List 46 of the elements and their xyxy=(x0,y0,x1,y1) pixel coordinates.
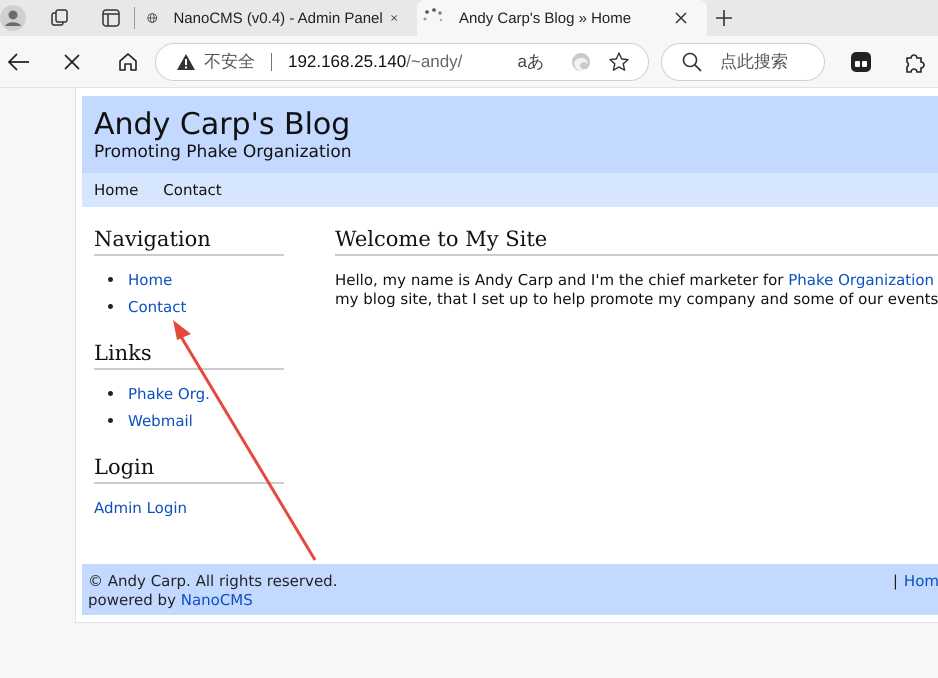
search-icon xyxy=(682,52,702,72)
sidebar-link[interactable]: Contact xyxy=(128,298,186,316)
sidebar-link[interactable]: Home xyxy=(128,270,172,288)
new-tab-icon[interactable] xyxy=(715,9,733,27)
footer-link[interactable]: Hom xyxy=(904,572,938,590)
browser-tab[interactable]: NanoCMS (v0.4) - Admin Panel xyxy=(145,0,417,36)
section-heading: Login xyxy=(94,454,284,484)
tab-title: Andy Carp's Blog » Home xyxy=(459,10,632,26)
read-aloud-icon[interactable]: aあ xyxy=(518,50,544,73)
intro-paragraph: Hello, my name is Andy Carp and I'm the chief marketer for Phake Organization my blog site, that I set up to help promote my company and some of our events xyxy=(335,271,938,309)
profile-icon[interactable] xyxy=(0,5,26,31)
close-icon[interactable] xyxy=(390,12,397,24)
address-bar[interactable]: 不安全 192.168.25.140/~andy/ aあ xyxy=(155,42,649,80)
home-icon[interactable] xyxy=(118,52,138,72)
tab-layout-icon[interactable] xyxy=(102,9,120,27)
nav-link[interactable]: Contact xyxy=(163,181,222,199)
tab-title: NanoCMS (v0.4) - Admin Panel xyxy=(173,10,383,26)
sidebar-link[interactable]: Admin Login xyxy=(94,499,188,517)
warning-icon xyxy=(176,52,196,70)
powered-by-text: powered by NanoCMS xyxy=(88,591,254,610)
security-label: 不安全 xyxy=(204,51,255,73)
site-tagline: Promoting Phake Organization xyxy=(94,142,353,162)
back-icon[interactable] xyxy=(8,52,30,70)
search-field[interactable]: 点此搜索 xyxy=(661,42,825,80)
browser-tab[interactable]: Andy Carp's Blog » Home xyxy=(417,0,707,36)
section-heading: Navigation xyxy=(94,226,284,256)
collections-icon[interactable] xyxy=(50,8,70,28)
page-heading: Welcome to My Site xyxy=(335,226,938,256)
sidebar-link[interactable]: Phake Org. xyxy=(128,384,210,402)
nav-link[interactable]: Home xyxy=(94,181,138,199)
bullet-icon xyxy=(108,277,113,282)
bullet-icon xyxy=(108,418,113,423)
sidebar-link[interactable]: Webmail xyxy=(128,412,193,430)
site-title: Andy Carp's Blog xyxy=(94,108,352,142)
separator-text: | xyxy=(892,572,898,590)
bullet-icon xyxy=(108,391,113,396)
extension-icon[interactable] xyxy=(850,50,872,72)
stop-icon[interactable] xyxy=(64,54,80,70)
section-heading: Links xyxy=(94,340,284,370)
copyright-text: © Andy Carp. All rights reserved. xyxy=(88,572,338,591)
bullet-icon xyxy=(108,304,113,309)
close-icon[interactable] xyxy=(675,12,687,24)
url-text: 192.168.25.140/~andy/ xyxy=(288,52,464,72)
star-icon[interactable] xyxy=(608,50,630,72)
text-link[interactable]: Phake Organization xyxy=(788,271,934,289)
footer-link[interactable]: NanoCMS xyxy=(180,591,253,609)
